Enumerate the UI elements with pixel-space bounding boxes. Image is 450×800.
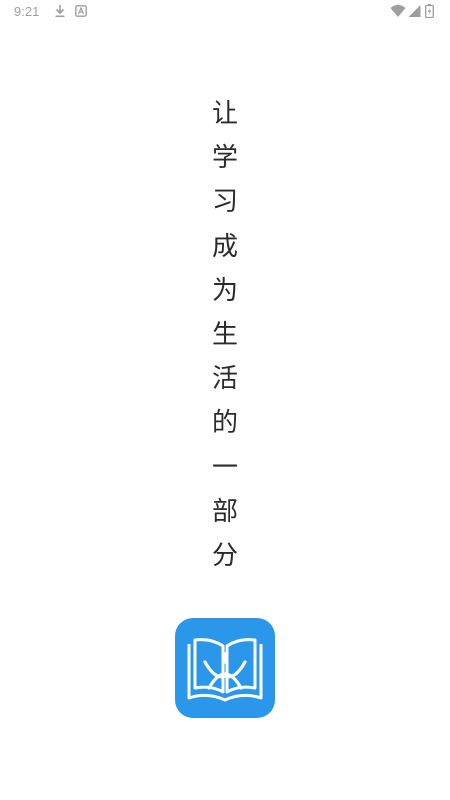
slogan-char: 活	[211, 364, 238, 395]
slogan-char: 一	[211, 452, 238, 483]
slogan-char: 让	[211, 99, 238, 129]
app-logo	[175, 618, 275, 718]
status-bar: 9:21	[0, 0, 450, 24]
slogan-char: 的	[211, 408, 238, 439]
open-book-icon	[187, 638, 263, 702]
battery-icon	[425, 4, 434, 18]
slogan-char: 部	[211, 496, 238, 527]
download-icon	[54, 4, 66, 18]
slogan-char: 习	[211, 187, 238, 218]
slogan-char: 生	[211, 319, 238, 350]
slogan-char: 为	[211, 275, 238, 306]
slogan-char: 学	[211, 143, 238, 174]
a-icon	[75, 4, 87, 18]
wifi-icon	[390, 4, 406, 18]
slogan: 让 学 习 成 为 生 活 的 一 部 分	[0, 92, 450, 578]
status-time: 9:21	[14, 4, 40, 19]
slogan-char: 成	[211, 231, 238, 262]
slogan-char: 分	[211, 540, 238, 571]
signal-icon	[408, 4, 421, 18]
